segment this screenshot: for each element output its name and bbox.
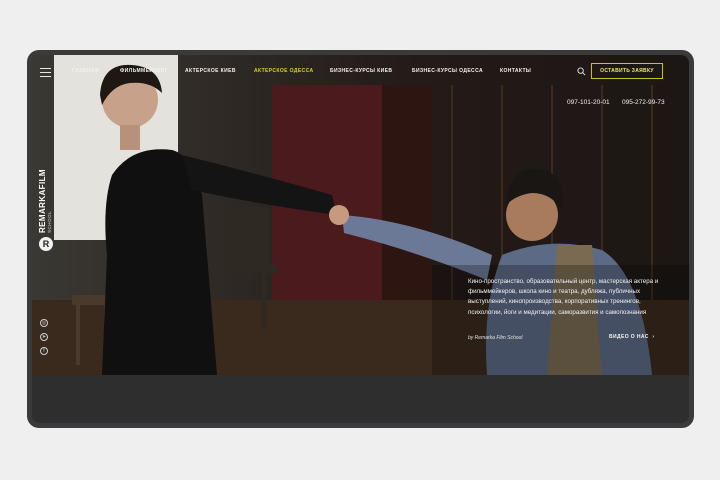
top-navbar: Главная Фильммейкинг Актерское Киев Акте… <box>32 55 689 89</box>
handshake <box>329 205 349 225</box>
nav-item-business-odesa[interactable]: Бизнес-курсы Одесса <box>412 68 483 74</box>
nav-item-business-kyiv[interactable]: Бизнес-курсы Киев <box>330 68 392 74</box>
nav-item-home[interactable]: Главная <box>72 68 99 74</box>
facebook-icon[interactable]: f <box>40 347 48 355</box>
screen: Главная Фильммейкинг Актерское Киев Акте… <box>32 55 689 423</box>
brand-name: REMARKAFILM <box>38 169 47 233</box>
brand-wordmark: REMARKAFILM SCHOOL <box>38 169 52 233</box>
instagram-icon[interactable]: ◎ <box>40 319 48 327</box>
apply-button[interactable]: Оставить заявку <box>591 63 663 79</box>
brand-logo-block[interactable]: REMARKAFILM SCHOOL R <box>34 169 56 255</box>
chevron-right-icon: › <box>650 334 655 340</box>
hero-credit: by Remarka Film School <box>468 335 523 341</box>
nav-item-contacts[interactable]: Контакты <box>500 68 531 74</box>
social-links: ◎ ➤ f <box>40 319 48 361</box>
nav-item-filmmaking[interactable]: Фильммейкинг <box>120 68 168 74</box>
hero-video[interactable]: Главная Фильммейкинг Актерское Киев Акте… <box>32 55 689 375</box>
logo-icon: R <box>39 237 53 251</box>
hero-description: Кино-пространство, образовательный центр… <box>468 278 659 316</box>
nav-item-acting-kyiv[interactable]: Актерское Киев <box>185 68 236 74</box>
nav-item-acting-odesa[interactable]: Актерское Одесса <box>254 68 314 74</box>
below-fold-section <box>32 375 689 423</box>
video-about-label: Видео о нас <box>609 334 649 340</box>
phone-1[interactable]: 097-101-20-01 <box>567 99 610 106</box>
menu-icon[interactable] <box>40 68 51 77</box>
search-icon[interactable] <box>577 67 586 76</box>
video-about-link[interactable]: Видео о нас › <box>609 334 654 340</box>
device-frame: Главная Фильммейкинг Актерское Киев Акте… <box>27 50 694 428</box>
brand-sub: SCHOOL <box>47 210 52 233</box>
phone-2[interactable]: 095-272-99-73 <box>622 99 665 106</box>
telegram-icon[interactable]: ➤ <box>40 333 48 341</box>
